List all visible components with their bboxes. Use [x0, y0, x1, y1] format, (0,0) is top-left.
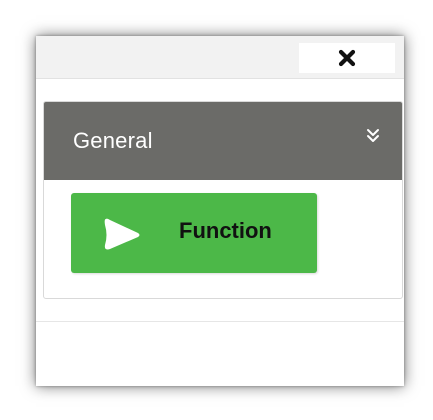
close-icon — [338, 49, 356, 67]
general-section: General Function — [43, 101, 403, 299]
chevron-double-down-icon — [367, 129, 379, 142]
divider — [36, 321, 404, 322]
function-label: Function — [179, 218, 272, 243]
dialog-panel: General Function — [36, 36, 404, 386]
close-button[interactable] — [299, 43, 395, 73]
play-icon — [104, 218, 140, 250]
section-header-general[interactable]: General — [44, 102, 402, 180]
dialog-titlebar — [36, 36, 404, 79]
section-title: General — [73, 128, 153, 153]
function-block[interactable]: Function — [71, 193, 317, 273]
